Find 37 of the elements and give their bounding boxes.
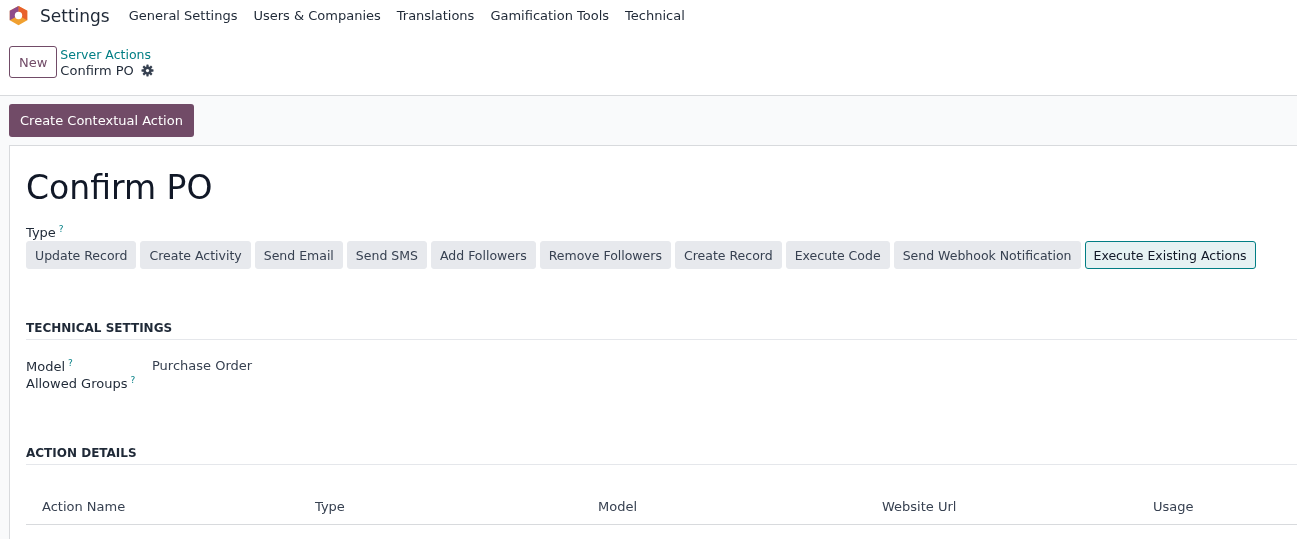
- field-label: Allowed Groups: [26, 376, 128, 392]
- type-option-button[interactable]: Send SMS: [346, 241, 427, 270]
- field-label: Model: [26, 359, 66, 375]
- type-option-button[interactable]: Execute Existing Actions: [1084, 241, 1256, 270]
- new-button[interactable]: New: [9, 46, 58, 78]
- column-header[interactable]: Website Url: [882, 499, 1153, 525]
- column-header[interactable]: Type: [315, 499, 598, 525]
- menu-item[interactable]: Technical: [617, 8, 693, 23]
- record-title: Confirm PO: [26, 168, 214, 207]
- type-option-button[interactable]: Execute Code: [785, 241, 890, 270]
- menu-item[interactable]: General Settings: [120, 8, 246, 23]
- create-contextual-action-button[interactable]: Create Contextual Action: [9, 104, 194, 137]
- help-tooltip[interactable]: ?: [130, 375, 136, 386]
- hexagon-logo-icon[interactable]: [8, 5, 29, 26]
- type-option-button[interactable]: Create Record: [674, 241, 782, 270]
- type-option-button[interactable]: Create Activity: [140, 241, 251, 270]
- section-heading: TECHNICAL SETTINGS: [26, 321, 1297, 341]
- menu-item[interactable]: Gamification Tools: [482, 8, 618, 23]
- field-label: Type: [26, 225, 56, 241]
- help-tooltip[interactable]: ?: [68, 358, 73, 369]
- field-value: Purchase Order: [152, 358, 253, 374]
- breadcrumb-link[interactable]: Server Actions: [60, 47, 154, 62]
- section-heading: ACTION DETAILS: [26, 446, 1297, 466]
- type-option-button[interactable]: Send Webhook Notification: [893, 241, 1081, 270]
- app-name[interactable]: Settings: [40, 5, 110, 26]
- help-tooltip[interactable]: ?: [58, 224, 64, 234]
- gear-icon[interactable]: [140, 64, 154, 77]
- column-header[interactable]: Usage: [1153, 499, 1297, 525]
- type-option-button[interactable]: Remove Followers: [539, 241, 671, 270]
- type-option-button[interactable]: Send Email: [254, 241, 343, 270]
- record-name: Confirm PO: [60, 63, 134, 78]
- menu-item[interactable]: Translations: [388, 8, 483, 23]
- column-header[interactable]: Model: [598, 499, 882, 525]
- menu-item[interactable]: Users & Companies: [245, 8, 389, 23]
- type-option-button[interactable]: Update Record: [26, 241, 137, 270]
- type-option-button[interactable]: Add Followers: [430, 241, 536, 270]
- column-header[interactable]: Action Name: [26, 499, 315, 525]
